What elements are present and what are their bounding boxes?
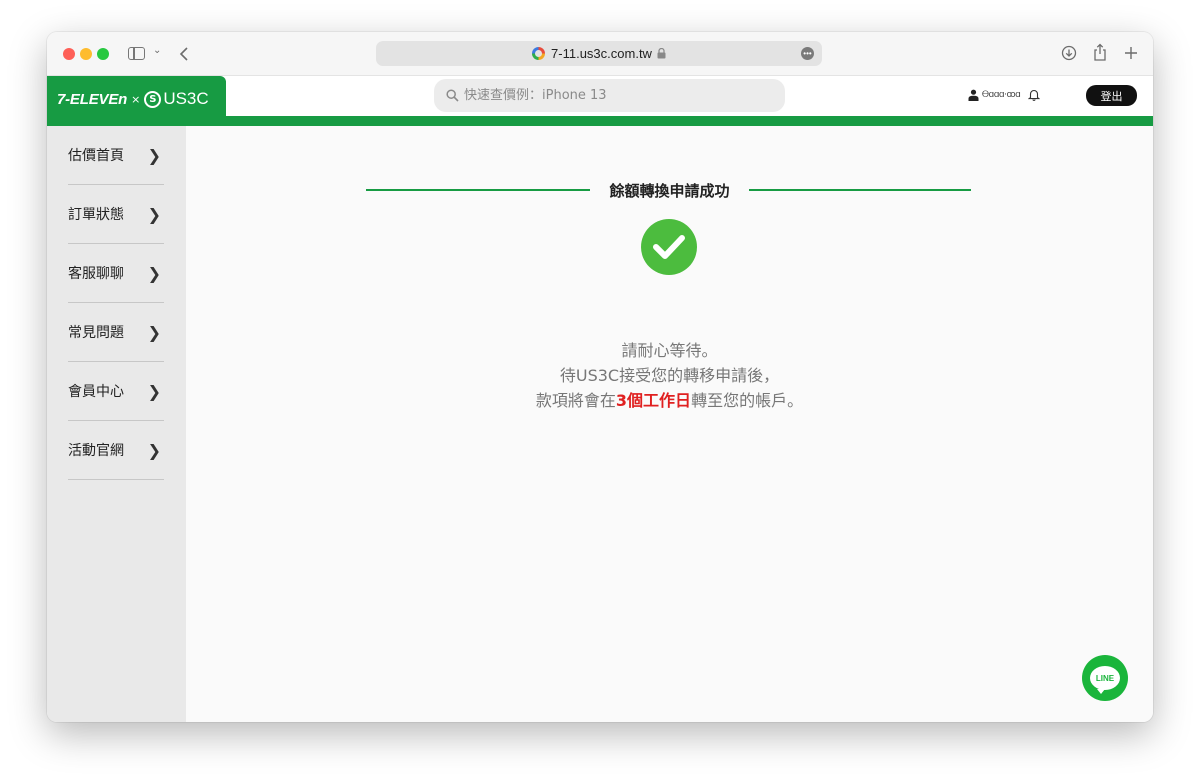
- chevron-right-icon: ❯: [147, 204, 161, 224]
- browser-window: ⌄ 7-11.us3c.com.tw ••• 7-ELEVEn × S US3C…: [47, 32, 1153, 722]
- chevron-down-icon[interactable]: ⌄: [153, 46, 161, 56]
- browser-toolbar: ⌄ 7-11.us3c.com.tw •••: [47, 32, 1153, 76]
- logo-us3c-text: US3C: [163, 89, 209, 108]
- main-content: 餘額轉換申請成功 請耐心等待。 待US3C接受您的轉移申請後， 款項將會在3個工…: [186, 126, 1153, 722]
- sidebar-item-label: 常見問題: [68, 325, 124, 341]
- message-line-3-suffix: 轉至您的帳戶。: [691, 391, 804, 410]
- site-favicon-icon: [532, 47, 546, 60]
- address-url: 7-11.us3c.com.tw: [551, 46, 652, 61]
- business-days-highlight: 3個工作日: [615, 391, 692, 410]
- share-icon[interactable]: [1093, 43, 1107, 62]
- chevron-right-icon: ❯: [147, 381, 161, 401]
- chevron-right-icon: ❯: [147, 145, 161, 165]
- sidebar-toggle-icon[interactable]: [128, 47, 145, 60]
- sidebar-item-label: 客服聊聊: [68, 266, 124, 282]
- line-icon: LINE: [1090, 666, 1120, 694]
- new-tab-icon[interactable]: [1124, 46, 1138, 60]
- message-line-3-prefix: 款項將會在: [535, 391, 616, 410]
- sidebar-item-label: 會員中心: [68, 384, 124, 400]
- line-chat-button[interactable]: LINE: [1082, 655, 1128, 701]
- sidebar-item-member-center[interactable]: 會員中心 ❯: [68, 362, 164, 421]
- sidebar-item-events[interactable]: 活動官網 ❯: [68, 421, 164, 480]
- logo-x-text: ×: [131, 92, 141, 106]
- more-options-icon[interactable]: •••: [801, 47, 814, 60]
- sidebar-item-customer-service[interactable]: 客服聊聊 ❯: [68, 244, 164, 303]
- sidebar-item-order-status[interactable]: 訂單狀態 ❯: [68, 185, 164, 244]
- success-check-icon: [641, 219, 697, 275]
- chevron-right-icon: ❯: [147, 440, 161, 460]
- lock-icon: [657, 48, 666, 59]
- sidebar-item-label: 訂單狀態: [68, 207, 124, 223]
- logout-button[interactable]: 登出: [1086, 85, 1137, 106]
- minimize-window-button[interactable]: [80, 48, 92, 60]
- chevron-right-icon: ❯: [147, 322, 161, 342]
- address-bar[interactable]: 7-11.us3c.com.tw •••: [376, 41, 822, 66]
- chevron-right-icon: ❯: [147, 263, 161, 283]
- user-icon: [968, 89, 979, 101]
- sidebar-item-faq[interactable]: 常見問題 ❯: [68, 303, 164, 362]
- logo-711-text: 7-ELEVEn: [57, 90, 128, 108]
- bell-icon[interactable]: [1028, 88, 1041, 101]
- search-input[interactable]: [464, 88, 764, 103]
- sidebar-item-valuation-home[interactable]: 估價首頁 ❯: [68, 126, 164, 185]
- message-line-1: 請耐心等待。: [621, 341, 718, 360]
- user-name: Ꮎɑɑɑ·ꝏɑ: [982, 89, 1021, 100]
- search-bar[interactable]: [434, 79, 785, 112]
- zoom-window-button[interactable]: [97, 48, 109, 60]
- user-area[interactable]: Ꮎɑɑɑ·ꝏɑ: [968, 88, 1041, 101]
- download-icon[interactable]: [1061, 45, 1077, 61]
- message-line-2: 待US3C接受您的轉移申請後，: [559, 366, 780, 385]
- site-logo[interactable]: 7-ELEVEn × S US3C: [47, 76, 226, 122]
- search-icon: [446, 89, 459, 102]
- sidebar-item-label: 估價首頁: [68, 148, 124, 164]
- sidebar-item-label: 活動官網: [68, 443, 124, 459]
- back-icon[interactable]: [179, 46, 189, 62]
- page-title: 餘額轉換申請成功: [609, 182, 730, 200]
- left-sidebar: 估價首頁 ❯ 訂單狀態 ❯ 客服聊聊 ❯ 常見問題 ❯ 會員中心 ❯ 活動官網 …: [47, 126, 186, 722]
- us3c-logo-icon: S: [144, 90, 162, 108]
- close-window-button[interactable]: [63, 48, 75, 60]
- message-line-3: 款項將會在3個工作日轉至您的帳戶。: [186, 387, 1153, 411]
